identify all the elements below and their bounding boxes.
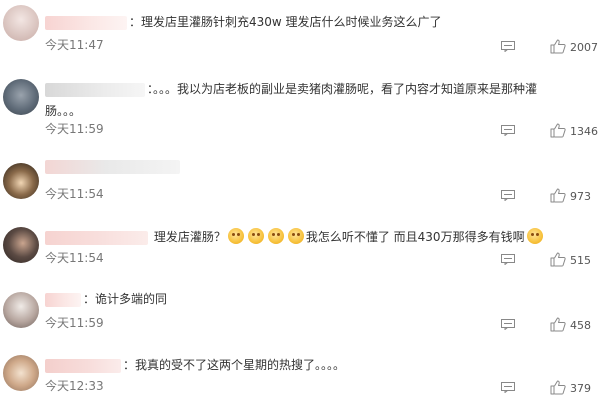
comment-item: ：。。。我以为店老板的副业是卖猪肉灌肠呢，看了内容才知道原来是那种灌肠。。。 今… [0,70,602,142]
like-count: 515 [570,254,591,267]
avatar[interactable] [3,5,39,41]
thumbs-up-icon[interactable] [550,188,566,203]
comment-item: 理发店灌肠？ 我怎么听不懂了 而且430万那得多有钱啊 今天11:54 515 [0,217,602,285]
username-redacted[interactable] [45,82,145,97]
username-redacted[interactable] [45,292,81,307]
avatar[interactable] [3,79,39,115]
thumbs-up-icon[interactable] [550,123,566,138]
comment-item: ：理发店里灌肠针刺充430w 理发店什么时候业务这么广了 今天11:47 200… [0,0,602,68]
username-redacted[interactable] [45,159,180,174]
comment-text: 理发店里灌肠针刺充430w 理发店什么时候业务这么广了 [141,15,442,29]
comment-time: 今天11:47 [45,38,104,52]
comment-icon[interactable] [501,382,515,393]
comment-time: 今天12:33 [45,379,104,393]
comment-separator: ： [129,15,142,29]
comment-item: ：我真的受不了这两个星期的热搜了。。。。 今天12:33 379 [0,349,602,412]
comment-time: 今天11:59 [45,122,104,136]
emoji-icon [526,228,543,244]
comment-line [45,155,582,177]
like-count: 379 [570,382,591,395]
comment-time: 今天11:59 [45,316,104,330]
thumbs-up-icon[interactable] [550,252,566,267]
comment-icon[interactable] [501,190,515,201]
like-count: 973 [570,190,591,203]
username-redacted[interactable] [45,358,121,373]
comment-icon[interactable] [501,319,515,330]
avatar[interactable] [3,227,39,263]
comment-text: 我真的受不了这两个星期的热搜了。。。。 [135,358,346,372]
emoji-icon [267,228,284,244]
comment-item: 今天11:54 973 [0,150,602,218]
thumbs-up-icon[interactable] [550,380,566,395]
username-redacted[interactable] [45,230,148,245]
username-redacted[interactable] [45,15,127,30]
comment-separator: ： [83,292,96,306]
emoji-icon [287,228,304,244]
comment-text-a: 理发店灌肠？ [153,230,226,244]
comment-time: 今天11:54 [45,187,104,201]
comment-icon[interactable] [501,41,515,52]
comment-line: ：。。。我以为店老板的副业是卖猪肉灌肠呢，看了内容才知道原来是那种灌肠。。。 [45,78,555,122]
emoji-icon [247,228,264,244]
comment-icon[interactable] [501,125,515,136]
emoji-icon [227,228,244,244]
comment-text: 诡计多端的同 [95,292,168,306]
comment-line: ：理发店里灌肠针刺充430w 理发店什么时候业务这么广了 [45,11,582,33]
thumbs-up-icon[interactable] [550,317,566,332]
comment-separator: ： [123,358,136,372]
avatar[interactable] [3,292,39,328]
avatar[interactable] [3,355,39,391]
comment-line: 理发店灌肠？ 我怎么听不懂了 而且430万那得多有钱啊 [45,226,582,248]
thumbs-up-icon[interactable] [550,39,566,54]
comment-text-b: 我怎么听不懂了 而且430万那得多有钱啊 [305,230,525,244]
comment-icon[interactable] [501,254,515,265]
comment-time: 今天11:54 [45,251,104,265]
comment-line: ：我真的受不了这两个星期的热搜了。。。。 [45,354,582,376]
comment-item: ：诡计多端的同 今天11:59 458 [0,283,602,351]
comment-line: ：诡计多端的同 [45,288,582,310]
avatar[interactable] [3,163,39,199]
like-count: 1346 [570,125,598,138]
like-count: 2007 [570,41,598,54]
like-count: 458 [570,319,591,332]
